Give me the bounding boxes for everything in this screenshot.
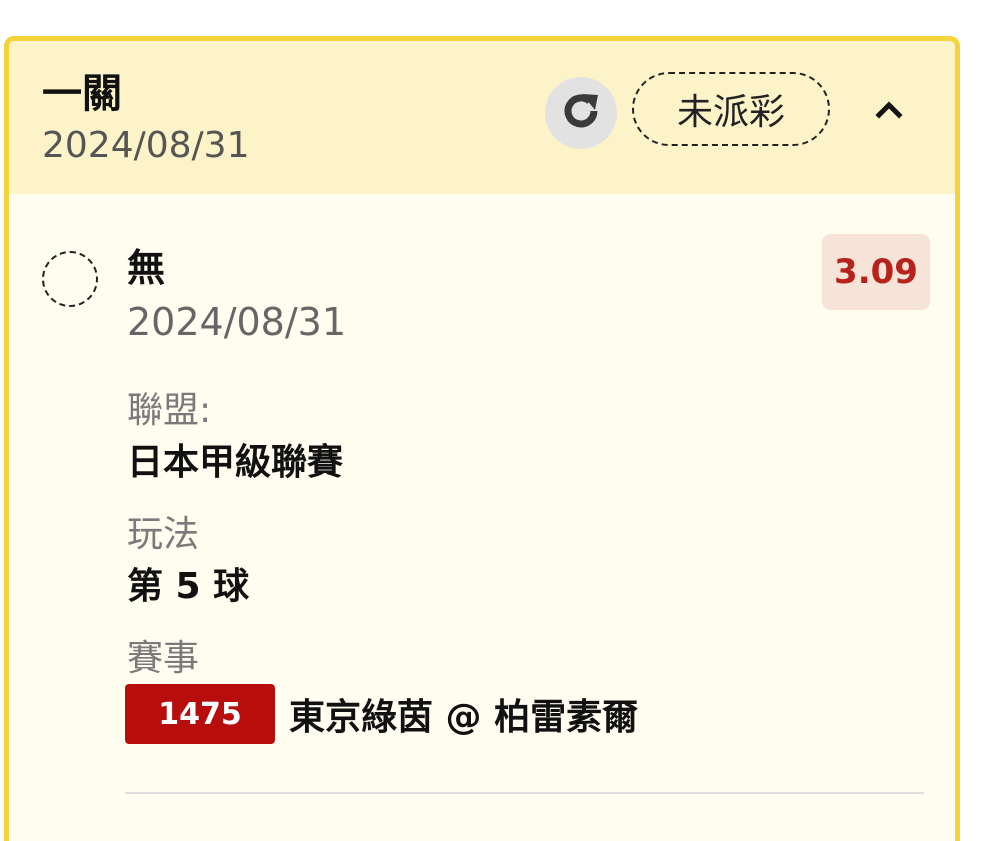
bet-card-header[interactable]: 一關 2024/08/31 未派彩	[9, 41, 955, 194]
play-label: 玩法	[127, 514, 200, 555]
divider	[125, 792, 924, 794]
bet-card: 一關 2024/08/31 未派彩 無 2024/08/31 3.09 聯盟: …	[4, 36, 960, 841]
bet-type-title: 一關	[42, 71, 122, 117]
status-badge: 未派彩	[632, 72, 830, 146]
play-value: 第 5 球	[127, 566, 250, 607]
league-value: 日本甲級聯賽	[127, 442, 344, 483]
selection-date: 2024/08/31	[127, 300, 347, 344]
match-name: 東京綠茵 @ 柏雷素爾	[289, 697, 639, 738]
match-row: 1475 東京綠茵 @ 柏雷素爾	[125, 684, 638, 744]
odds-badge: 3.09	[822, 234, 930, 310]
event-label: 賽事	[127, 638, 200, 679]
league-label: 聯盟:	[127, 390, 212, 431]
match-id-badge: 1475	[125, 684, 275, 744]
refresh-button[interactable]	[545, 77, 617, 149]
chevron-up-icon	[874, 99, 904, 123]
collapse-button[interactable]	[869, 91, 909, 131]
selection-name: 無	[127, 246, 166, 290]
bet-date: 2024/08/31	[42, 125, 250, 166]
refresh-icon	[558, 88, 604, 138]
selection-radio-icon[interactable]	[42, 251, 98, 307]
